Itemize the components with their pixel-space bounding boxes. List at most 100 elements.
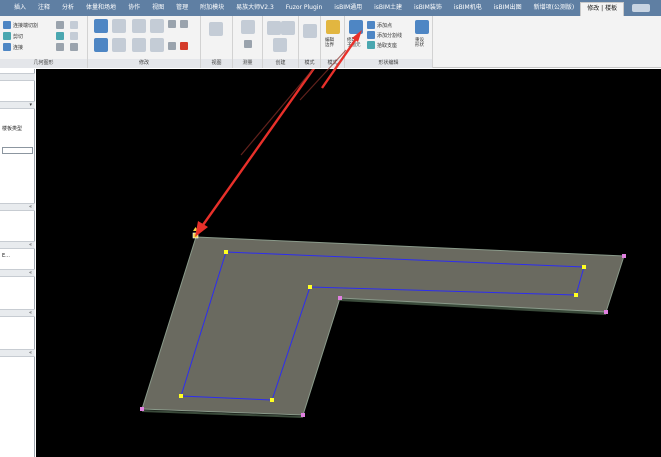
panel-shape-editing-title: 形状编辑 [345, 59, 432, 68]
ribbon-tab[interactable]: 新增项(公测版) [528, 2, 581, 14]
similar-icon[interactable] [273, 38, 287, 52]
mode-icon[interactable] [303, 24, 317, 38]
panel-edit-mode-title: 模式 [321, 59, 344, 68]
split-icon[interactable] [168, 20, 176, 28]
floor-slab[interactable] [141, 236, 625, 416]
ribbon-tab[interactable]: isBIM土建 [368, 2, 408, 14]
add-split-line-button[interactable]: 添加分割线 [367, 31, 402, 39]
mirror-axis-icon[interactable] [132, 19, 146, 33]
ribbon-tab[interactable]: isBIM机电 [448, 2, 488, 14]
ribbon-tab[interactable]: isBIM通用 [328, 2, 368, 14]
modify-sub-elements-icon[interactable] [349, 20, 363, 34]
ribbon-tab[interactable]: 插入 [8, 2, 32, 14]
type-selector-input[interactable] [2, 147, 33, 154]
wrench-icon[interactable] [70, 43, 78, 51]
delete-icon[interactable] [180, 42, 188, 50]
ribbon-tab[interactable]: 体量和场地 [80, 2, 122, 14]
vertex-handle[interactable] [179, 394, 183, 398]
vertex-handle[interactable] [574, 293, 578, 297]
section-structural[interactable]: « [0, 241, 35, 249]
add-split-line-label: 添加分割线 [377, 32, 403, 39]
palette-header [0, 73, 35, 81]
measure-icon[interactable] [241, 20, 255, 34]
copy-icon[interactable] [112, 38, 126, 52]
panel-modify-title: 修改 [88, 59, 200, 68]
ribbon-tab[interactable]: 协作 [122, 2, 146, 14]
section-identity[interactable]: « [0, 309, 35, 317]
corner-point[interactable] [301, 413, 305, 417]
corner-point[interactable] [622, 254, 626, 258]
wall-join-icon[interactable] [56, 21, 64, 29]
annotation-arrow-line [197, 69, 315, 233]
paint-icon[interactable] [56, 43, 64, 51]
move-icon[interactable] [94, 38, 108, 52]
panel-create: 创建 [263, 16, 299, 68]
offset-icon[interactable] [112, 19, 126, 33]
section-phasing[interactable]: « [0, 349, 35, 357]
collapse-icon: « [28, 242, 32, 248]
ribbon-tab[interactable]: 修改 | 楼板 [580, 2, 625, 16]
pick-supports-button[interactable]: 拾取支座 [367, 41, 397, 49]
pick-supports-label: 拾取支座 [377, 42, 398, 49]
vertex-handle[interactable] [224, 250, 228, 254]
ribbon-tab[interactable]: 注释 [32, 2, 56, 14]
add-point-label: 添加点 [377, 22, 393, 29]
join-cut-label: 连接端切割 [13, 22, 39, 29]
panel-mode: 模式 [299, 16, 321, 68]
ribbon-tab[interactable]: Fuzor Plugin [280, 2, 329, 14]
properties-palette: ▾ 楼板类型 « « E... « « « [0, 69, 35, 457]
cut-button[interactable]: 剪切 [3, 32, 23, 40]
add-point-button[interactable]: 添加点 [367, 21, 392, 29]
panel-measure-title: 测量 [233, 59, 262, 68]
drawing-area[interactable] [36, 69, 661, 457]
reset-shape-label[interactable]: 重设 形状 [415, 38, 424, 48]
corner-point[interactable] [338, 296, 342, 300]
chevron-down-icon: ▾ [29, 102, 32, 108]
cut-label: 剪切 [13, 33, 24, 40]
join-button[interactable]: 连接 [3, 43, 23, 51]
trim-icon[interactable] [150, 38, 164, 52]
ribbon-tab[interactable]: isBIM出图 [488, 2, 528, 14]
palette-collapse-bar[interactable]: ▾ [0, 101, 35, 109]
align-icon[interactable] [94, 19, 108, 33]
ribbon-tab[interactable]: 视图 [146, 2, 170, 14]
add-point-icon [367, 21, 375, 29]
vertex-handle[interactable] [270, 398, 274, 402]
edit-boundary-label[interactable]: 编辑 边界 [325, 38, 334, 48]
remove-paint-icon[interactable] [70, 32, 78, 40]
split-gap-icon[interactable] [180, 20, 188, 28]
cut-join-icon [3, 21, 11, 29]
rotate-icon[interactable] [132, 38, 146, 52]
truncated-property-text: E... [2, 253, 10, 259]
ribbon-options-icon[interactable] [632, 4, 651, 12]
ribbon-tab[interactable]: 附加模块 [194, 2, 230, 14]
corner-point[interactable] [604, 310, 608, 314]
modify-sub-elements-label[interactable]: 修改 子图元 [347, 38, 361, 48]
section-dimensions[interactable]: « [0, 269, 35, 277]
panel-geometry: 连接端切割 剪切 连接 几何图形 [0, 16, 88, 68]
panel-edit-mode: 编辑 边界 模式 [321, 16, 345, 68]
join-icon [3, 43, 11, 51]
corner-point[interactable] [140, 407, 144, 411]
array-icon[interactable] [168, 42, 176, 50]
edit-boundary-icon[interactable] [326, 20, 340, 34]
split-face-icon[interactable] [56, 32, 64, 40]
reset-shape-icon[interactable] [415, 20, 429, 34]
hide-icon[interactable] [209, 22, 223, 36]
ribbon-tab[interactable]: 易族大师V2.3 [230, 2, 280, 14]
vertex-handle[interactable] [582, 265, 586, 269]
collapse-icon: « [28, 204, 32, 210]
create-part-icon[interactable] [267, 21, 281, 35]
mirror-draw-icon[interactable] [150, 19, 164, 33]
join-label: 连接 [13, 44, 24, 51]
floor-plan-view[interactable] [36, 69, 661, 457]
dimension-icon[interactable] [244, 40, 252, 48]
ribbon-tab[interactable]: 分析 [56, 2, 80, 14]
demolish-icon[interactable] [70, 21, 78, 29]
section-constraints[interactable]: « [0, 203, 35, 211]
ribbon-tab[interactable]: 管理 [170, 2, 194, 14]
vertex-handle[interactable] [308, 285, 312, 289]
ribbon-tab[interactable]: isBIM装饰 [408, 2, 448, 14]
join-cut-button[interactable]: 连接端切割 [3, 21, 38, 29]
create-group-icon[interactable] [281, 21, 295, 35]
